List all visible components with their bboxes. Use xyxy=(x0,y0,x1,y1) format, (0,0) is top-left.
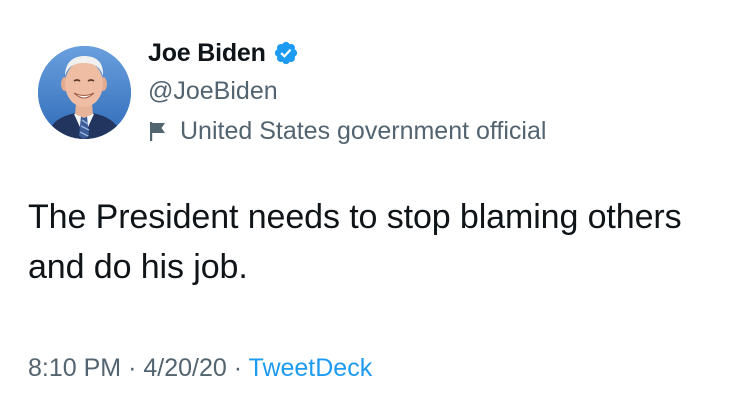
name-row: Joe Biden xyxy=(148,36,546,70)
tweet-meta: 8:10 PM · 4/20/20 · TweetDeck xyxy=(28,352,372,384)
author-name[interactable]: Joe Biden xyxy=(148,39,266,68)
tweet-source-link[interactable]: TweetDeck xyxy=(249,354,373,382)
meta-separator: · xyxy=(128,354,137,382)
avatar[interactable] xyxy=(38,46,131,139)
government-label[interactable]: United States government official xyxy=(148,116,546,146)
author-handle[interactable]: @JoeBiden xyxy=(148,76,546,106)
avatar-image xyxy=(38,46,131,139)
verified-badge-icon xyxy=(273,40,299,66)
tweet-date[interactable]: 4/20/20 xyxy=(143,354,226,382)
flag-icon xyxy=(148,120,168,142)
tweet-time[interactable]: 8:10 PM xyxy=(28,354,121,382)
author-block: Joe Biden @JoeBiden United States govern… xyxy=(148,36,546,146)
government-label-text: United States government official xyxy=(180,116,547,145)
tweet-text: The President needs to stop blaming othe… xyxy=(28,198,682,286)
meta-separator: · xyxy=(233,354,243,382)
tweet-card: Joe Biden @JoeBiden United States govern… xyxy=(0,0,729,410)
